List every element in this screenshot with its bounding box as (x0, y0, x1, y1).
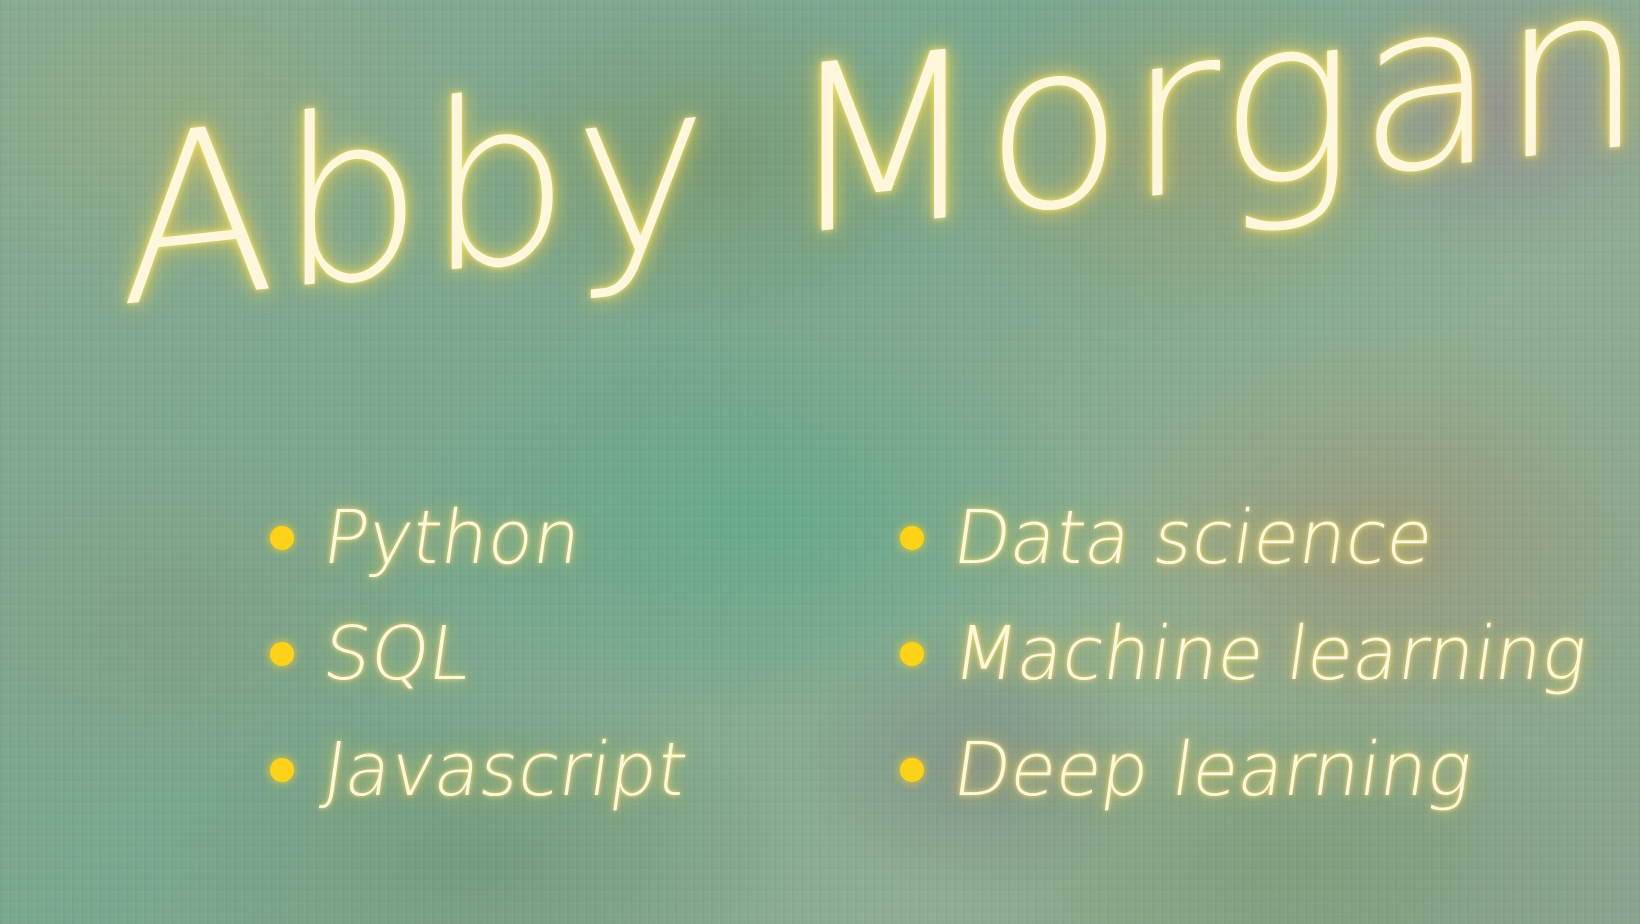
bullet-dot-icon (270, 642, 294, 666)
skills-list-left: Python SQL Javascript (270, 480, 693, 828)
skill-item: SQL (270, 596, 687, 712)
skill-label: Data science (947, 495, 1439, 581)
skill-item: Python (270, 480, 687, 596)
skill-item: Deep learning (900, 712, 1587, 828)
skill-label: Python (317, 495, 587, 581)
bullet-dot-icon (900, 526, 924, 550)
bullet-dot-icon (270, 526, 294, 550)
bullet-dot-icon (900, 758, 924, 782)
skill-label: Javascript (317, 727, 693, 813)
skill-item: Machine learning (900, 596, 1593, 712)
skill-label: Machine learning (947, 611, 1593, 697)
bullet-dot-icon (270, 758, 294, 782)
skill-label: Deep learning (947, 727, 1478, 813)
skill-label: SQL (317, 611, 477, 697)
skills-list-right: Data science Machine learning Deep learn… (900, 480, 1593, 828)
bullet-dot-icon (900, 642, 924, 666)
skill-item: Javascript (270, 712, 693, 828)
skill-item: Data science (900, 480, 1587, 596)
